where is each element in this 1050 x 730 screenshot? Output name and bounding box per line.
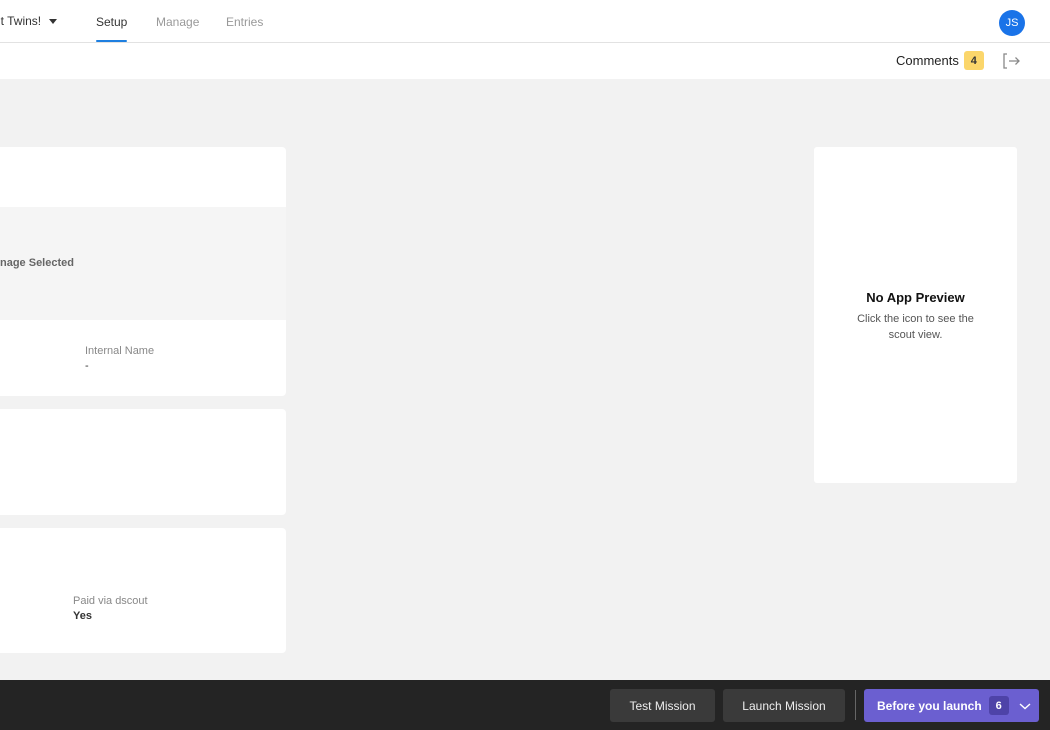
tab-setup[interactable]: Setup	[96, 15, 127, 29]
tab-entries[interactable]: Entries	[226, 15, 263, 29]
user-avatar[interactable]: JS	[999, 10, 1025, 36]
mission-name: nt Twins!	[0, 14, 42, 28]
paid-via-value: Yes	[73, 610, 92, 622]
settings-card	[0, 409, 286, 515]
test-mission-button[interactable]: Test Mission	[610, 689, 715, 722]
before-you-launch-label: Before you launch	[877, 698, 982, 713]
comments-bar: Comments 4	[0, 43, 1050, 79]
internal-name-label: Internal Name	[85, 345, 155, 357]
mission-details-card: nage Selected Internal Name -	[0, 147, 286, 396]
image-placeholder[interactable]: nage Selected	[0, 207, 286, 320]
comments-count-badge: 4	[963, 51, 984, 70]
checklist-count-badge: 6	[988, 696, 1009, 715]
collapse-panel-icon[interactable]	[1002, 52, 1022, 70]
mission-selector[interactable]: nt Twins!	[0, 14, 58, 28]
bottom-action-bar: Test Mission Launch Mission Before you l…	[0, 680, 1050, 730]
launch-mission-button[interactable]: Launch Mission	[723, 689, 845, 722]
before-you-launch-button[interactable]: Before you launch 6	[864, 689, 1039, 722]
no-image-text: nage Selected	[0, 257, 74, 269]
comments-button[interactable]: Comments 4	[896, 51, 984, 70]
preview-title: No App Preview	[866, 290, 965, 305]
chevron-down-icon	[1019, 702, 1031, 709]
comments-label: Comments	[896, 53, 959, 68]
app-preview-panel: No App Preview Click the icon to see the…	[814, 147, 1017, 483]
preview-subtitle: Click the icon to see the scout view.	[857, 313, 974, 341]
tab-manage[interactable]: Manage	[156, 15, 199, 29]
active-tab-indicator	[96, 40, 127, 42]
top-nav: nt Twins! Setup Manage Entries JS	[0, 0, 1050, 43]
paid-via-label: Paid via dscout	[73, 595, 148, 607]
internal-name-value: -	[85, 360, 89, 372]
incentive-card: Paid via dscout Yes	[0, 528, 286, 653]
caret-down-icon	[49, 18, 58, 24]
divider	[855, 690, 856, 720]
